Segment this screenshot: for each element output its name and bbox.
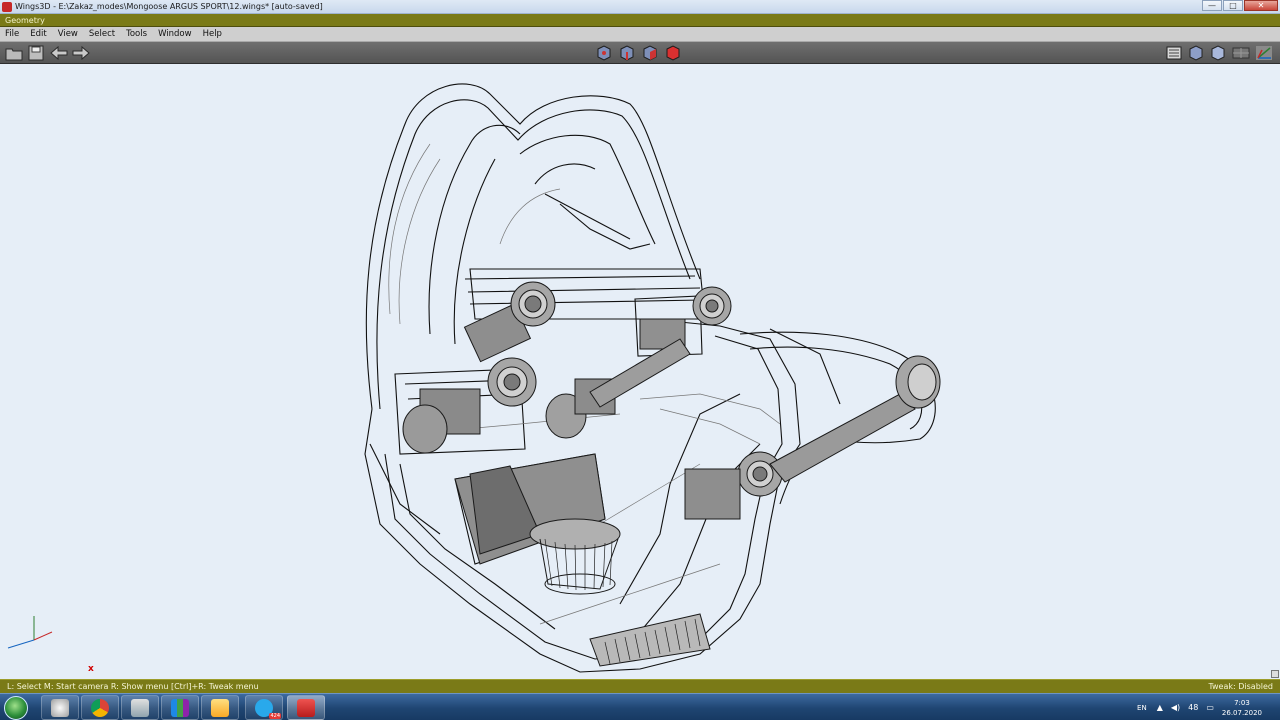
wings3d-app-icon: [2, 1, 12, 12]
explorer-icon: [211, 698, 229, 717]
calculator-icon: [131, 698, 149, 717]
open-folder-icon[interactable]: [5, 45, 23, 61]
windows-taskbar: 424 EN ▲ ◀) 48 ▭ 7:03 26.07.2020: [0, 693, 1280, 720]
minimize-button[interactable]: —: [1202, 0, 1222, 11]
redo-arrow-icon[interactable]: [72, 45, 90, 61]
window-title-bar[interactable]: Wings3D - E:\Zakaz_modes\Mongoose ARGUS …: [0, 0, 1280, 14]
window-title: Wings3D - E:\Zakaz_modes\Mongoose ARGUS …: [15, 2, 323, 11]
clock-date: 26.07.2020: [1221, 708, 1262, 717]
search-icon: [51, 698, 69, 717]
body-mode-icon[interactable]: [664, 45, 682, 61]
chrome-icon: [91, 698, 109, 717]
menu-bar: File Edit View Select Tools Window Help: [0, 27, 1280, 42]
vertex-mode-icon[interactable]: [595, 45, 613, 61]
edge-mode-icon[interactable]: [618, 45, 636, 61]
taskbar-wings3d[interactable]: [287, 695, 325, 720]
system-tray: EN ▲ ◀) 48 ▭ 7:03 26.07.2020: [1137, 694, 1280, 720]
start-button[interactable]: [4, 696, 28, 720]
menu-select[interactable]: Select: [84, 29, 121, 39]
wireframe-icon[interactable]: [1232, 45, 1250, 61]
network-icon[interactable]: ▭: [1206, 703, 1214, 712]
axes-gizmo: [7, 616, 53, 649]
taskbar-telegram[interactable]: 424: [245, 695, 283, 720]
wireframe-model[interactable]: [0, 64, 1280, 679]
menu-file[interactable]: File: [0, 29, 25, 39]
language-indicator[interactable]: EN: [1137, 704, 1147, 712]
groups-icon[interactable]: [1165, 45, 1183, 61]
taskbar-explorer[interactable]: [201, 695, 239, 720]
menu-tools[interactable]: Tools: [121, 29, 153, 39]
status-bar: L: Select M: Start camera R: Show menu […: [0, 679, 1280, 693]
taskbar-chrome[interactable]: [81, 695, 119, 720]
taskbar-search-app[interactable]: [41, 695, 79, 720]
telegram-badge: 424: [269, 713, 281, 719]
axes-icon[interactable]: [1255, 45, 1273, 61]
resize-grip[interactable]: [1271, 670, 1279, 678]
window-controls: — □ ✕: [1201, 0, 1278, 12]
tweak-status: Tweak: Disabled: [1208, 682, 1273, 691]
taskbar-app[interactable]: [161, 695, 199, 720]
menu-help[interactable]: Help: [198, 29, 228, 39]
clock-time: 7:03: [1234, 698, 1250, 707]
face-mode-icon[interactable]: [641, 45, 659, 61]
clock[interactable]: 7:03 26.07.2020: [1222, 698, 1262, 718]
geometry-label: Geometry: [5, 16, 45, 25]
menu-view[interactable]: View: [53, 29, 84, 39]
3d-viewport[interactable]: x: [0, 64, 1280, 679]
save-icon[interactable]: [27, 45, 45, 61]
mouse-hints: L: Select M: Start camera R: Show menu […: [7, 682, 259, 691]
toolbar: [0, 42, 1280, 64]
tray-count: 48: [1188, 703, 1199, 712]
geometry-header: Geometry: [0, 14, 1280, 27]
app-icon: [171, 698, 189, 717]
menu-edit[interactable]: Edit: [25, 29, 52, 39]
tray-expand-icon[interactable]: ▲: [1157, 703, 1163, 712]
origin-marker: x: [88, 664, 94, 674]
close-button[interactable]: ✕: [1244, 0, 1278, 11]
taskbar-calculator[interactable]: [121, 695, 159, 720]
smooth-shade-icon[interactable]: [1187, 45, 1205, 61]
maximize-button[interactable]: □: [1223, 0, 1243, 11]
volume-icon[interactable]: ◀): [1171, 703, 1180, 712]
undo-arrow-icon[interactable]: [50, 45, 68, 61]
flat-shade-icon[interactable]: [1209, 45, 1227, 61]
wings3d-icon: [297, 698, 315, 717]
menu-window[interactable]: Window: [153, 29, 198, 39]
